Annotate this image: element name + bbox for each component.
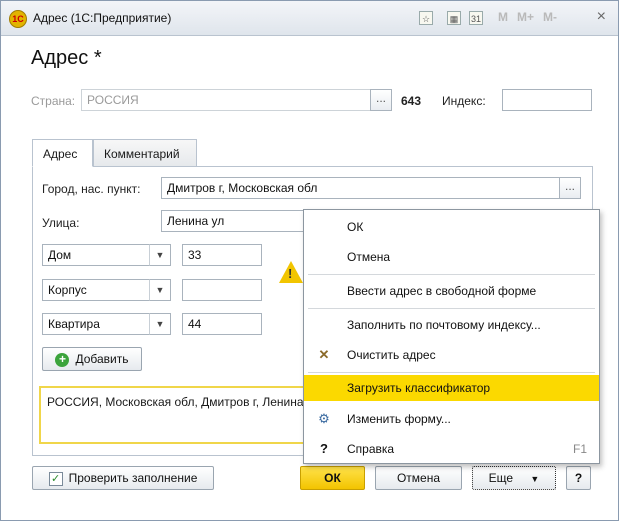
menu-item-label: Отмена [347, 250, 391, 264]
more-menu: ОК Отмена Ввести адрес в свободной форме… [303, 209, 600, 464]
memory-button[interactable]: M [498, 10, 508, 24]
apartment-number-field[interactable]: 44 [182, 313, 262, 335]
tab-comment[interactable]: Комментарий [93, 139, 197, 167]
title-bar: 1С Адрес (1С:Предприятие) ☆ ▦ 31 M M+ M-… [1, 1, 618, 36]
menu-divider [308, 308, 595, 309]
street-field[interactable]: Ленина ул [161, 210, 311, 232]
help-button[interactable]: ? [566, 466, 591, 490]
more-label: Еще [488, 471, 514, 485]
menu-item-load-classifier[interactable]: Загрузить классификатор [304, 375, 599, 401]
check-fill-label: Проверить заполнение [68, 471, 198, 485]
page-title: Адрес * [31, 47, 102, 69]
index-field[interactable] [502, 89, 592, 111]
chevron-down-icon[interactable]: ▼ [149, 244, 171, 266]
menu-item-label: Очистить адрес [347, 348, 436, 362]
menu-item-shortcut: F1 [572, 442, 587, 456]
house-number-field[interactable]: 33 [182, 244, 262, 266]
menu-item-label: ОК [347, 220, 364, 234]
close-icon[interactable]: × [597, 8, 606, 26]
add-field-button[interactable]: + Добавить [42, 347, 142, 371]
menu-item-change-form[interactable]: ⚙ Изменить форму... [304, 406, 599, 432]
ok-button[interactable]: ОК [300, 466, 365, 490]
menu-divider [308, 372, 595, 373]
help-icon: ? [320, 441, 328, 456]
country-label: Страна: [31, 94, 76, 108]
menu-item-label: Справка [347, 442, 395, 456]
chevron-down-icon: ▼ [530, 474, 540, 484]
house-type-select[interactable]: Дом [42, 244, 153, 266]
country-code: 643 [401, 94, 422, 108]
menu-item-help[interactable]: ? Справка F1 [304, 436, 599, 462]
cancel-button[interactable]: Отмена [375, 466, 462, 490]
menu-item-free-form[interactable]: Ввести адрес в свободной форме [304, 278, 599, 304]
chevron-down-icon[interactable]: ▼ [149, 313, 171, 335]
form-settings-icon: ⚙ [318, 411, 330, 426]
street-label: Улица: [42, 216, 80, 230]
window-title: Адрес (1С:Предприятие) [33, 11, 172, 25]
building-number-field[interactable] [182, 279, 262, 301]
memory-minus-button[interactable]: M- [543, 10, 557, 24]
check-fill-button[interactable]: ✓ Проверить заполнение [32, 466, 214, 490]
calculator-icon[interactable]: ▦ [447, 11, 461, 25]
menu-item-label: Заполнить по почтовому индексу... [347, 318, 541, 332]
city-field[interactable]: Дмитров г, Московская обл [161, 177, 560, 199]
favorite-icon[interactable]: ☆ [419, 11, 433, 25]
plus-icon: + [55, 352, 70, 367]
menu-item-cancel[interactable]: Отмена [304, 244, 599, 270]
app-logo: 1С [9, 10, 27, 28]
menu-divider [308, 274, 595, 275]
menu-item-fill-by-index[interactable]: Заполнить по почтовому индексу... [304, 312, 599, 338]
menu-item-clear-address[interactable]: ✕ Очистить адрес [304, 342, 599, 368]
index-label: Индекс: [442, 94, 486, 108]
menu-item-label: Ввести адрес в свободной форме [347, 284, 537, 298]
country-select-button[interactable]: ... [370, 89, 392, 111]
more-button[interactable]: Еще ▼ [472, 466, 556, 490]
add-field-label: Добавить [75, 352, 129, 366]
calendar-icon[interactable]: 31 [469, 11, 483, 25]
city-select-button[interactable]: ... [559, 177, 581, 199]
chevron-down-icon[interactable]: ▼ [149, 279, 171, 301]
warning-mark: ! [288, 266, 293, 281]
address-window: 1С Адрес (1С:Предприятие) ☆ ▦ 31 M M+ M-… [0, 0, 619, 521]
building-type-select[interactable]: Корпус [42, 279, 153, 301]
checklist-icon: ✓ [48, 471, 63, 486]
menu-item-label: Загрузить классификатор [347, 381, 491, 395]
apartment-type-select[interactable]: Квартира [42, 313, 153, 335]
memory-plus-button[interactable]: M+ [517, 10, 534, 24]
menu-item-label: Изменить форму... [347, 412, 451, 426]
city-label: Город, нас. пункт: [42, 182, 141, 196]
address-summary: РОССИЯ, Московская обл, Дмитров г, Ленин… [39, 386, 339, 444]
country-field[interactable]: РОССИЯ [81, 89, 371, 111]
menu-item-ok[interactable]: ОК [304, 214, 599, 240]
clear-icon: ✕ [318, 347, 330, 362]
tab-address[interactable]: Адрес [32, 139, 93, 167]
